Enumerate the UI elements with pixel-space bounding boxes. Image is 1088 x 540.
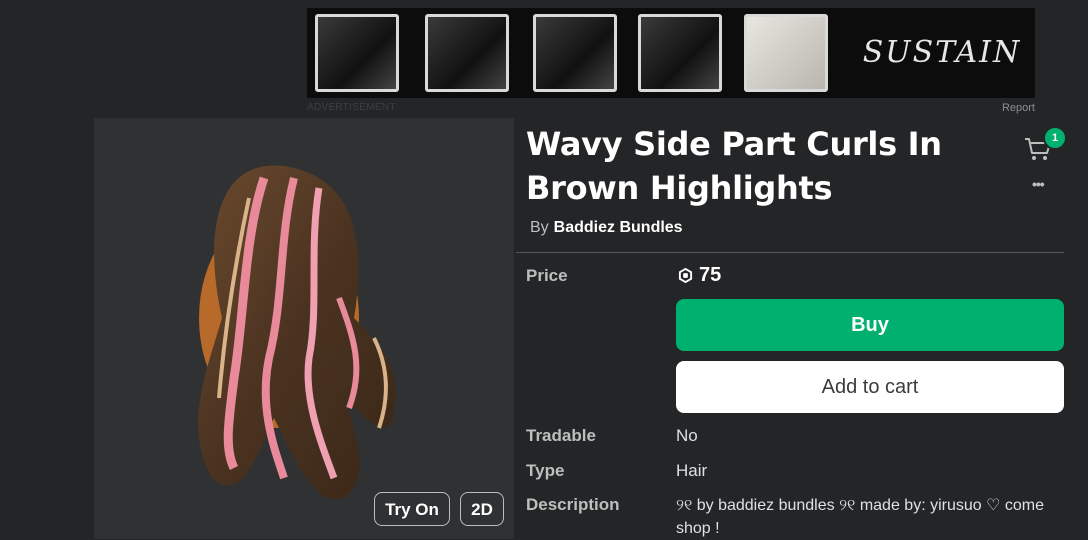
ad-product-image [315, 14, 399, 92]
buy-button[interactable]: Buy [676, 299, 1064, 351]
view-2d-button[interactable]: 2D [460, 492, 504, 526]
ad-product-image [425, 14, 509, 92]
ad-product-image [638, 14, 722, 92]
advertisement-label: ADVERTISEMENT [307, 102, 396, 113]
tradable-label: Tradable [526, 426, 596, 445]
price-value: 75 [699, 264, 722, 286]
type-value: Hair [676, 461, 708, 480]
item-title: Wavy Side Part Curls In Brown Highlights [526, 125, 942, 207]
item-thumbnail: Try On 2D [94, 118, 514, 539]
advertisement-banner[interactable]: SUSTAIN [307, 8, 1035, 98]
creator-link[interactable]: Baddiez Bundles [554, 219, 683, 236]
by-label: By [530, 219, 549, 236]
creator-line: By Baddiez Bundles [530, 219, 683, 237]
ad-product-image [744, 14, 828, 92]
cart-count-badge: 1 [1043, 126, 1067, 150]
divider [516, 252, 1064, 253]
hair-thumbnail-image [198, 165, 396, 500]
description-label: Description [526, 495, 620, 514]
type-label: Type [526, 461, 565, 480]
ellipsis-icon[interactable]: ••• [1032, 176, 1045, 192]
add-to-cart-button[interactable]: Add to cart [676, 361, 1064, 413]
description-text: ୨୧ by baddiez bundles ୨୧ made by: yirusu… [676, 497, 1045, 537]
tradable-value: No [676, 426, 698, 445]
ad-brand-logo: SUSTAIN [862, 35, 1022, 70]
price-display: 75 [678, 264, 721, 287]
ad-product-image [533, 14, 617, 92]
price-label: Price [526, 266, 568, 285]
robux-icon [678, 268, 693, 283]
try-on-button[interactable]: Try On [374, 492, 450, 526]
report-ad-link[interactable]: Report [1002, 102, 1035, 114]
